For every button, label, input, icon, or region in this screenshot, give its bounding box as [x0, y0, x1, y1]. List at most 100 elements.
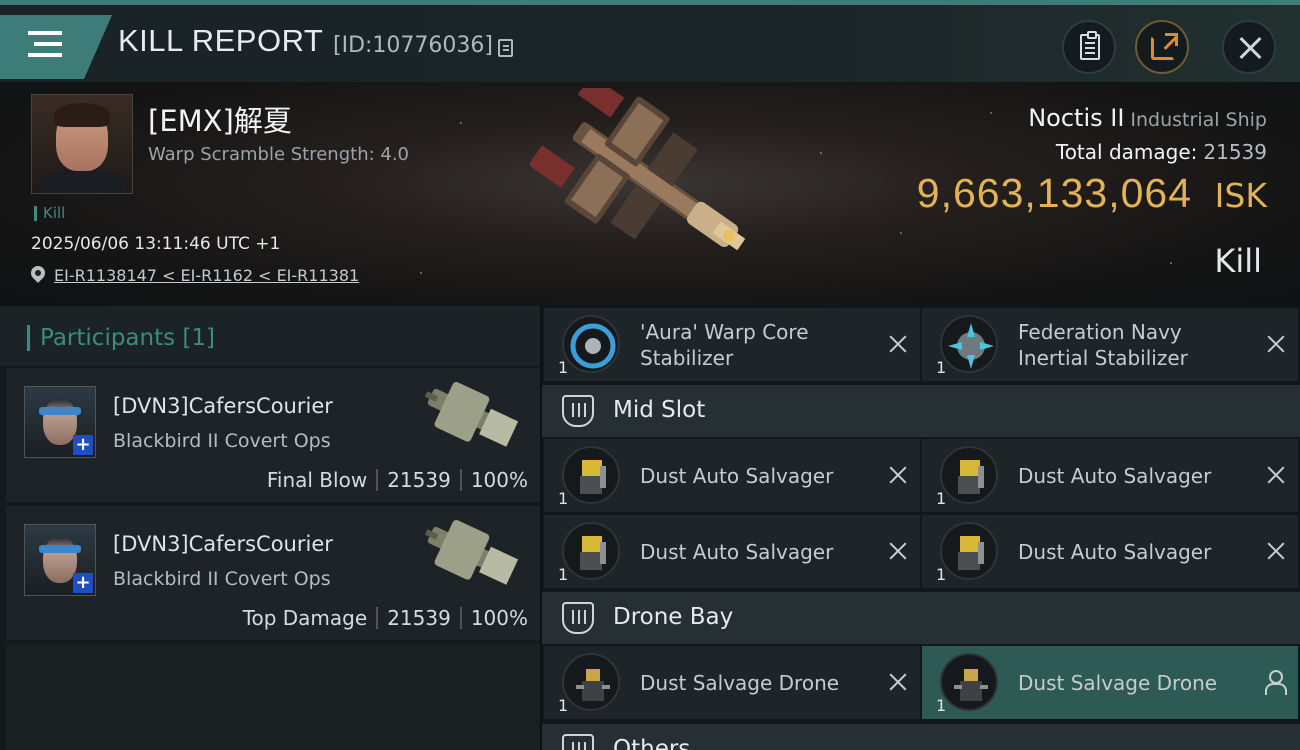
participant-avatar[interactable]: +	[24, 386, 96, 458]
copy-icon[interactable]	[498, 39, 513, 57]
menu-button[interactable]	[0, 15, 112, 79]
menu-icon	[28, 31, 62, 35]
add-contact-icon[interactable]: +	[73, 573, 93, 593]
destroyed-icon	[886, 539, 910, 563]
total-damage-label: Total damage:	[1055, 140, 1198, 164]
destroyed-icon	[1264, 539, 1288, 563]
report-id: [ID:10776036]	[333, 33, 493, 58]
section-label: Mid Slot	[613, 397, 706, 423]
clipboard-icon	[1080, 31, 1100, 60]
header-bar: KILL REPORT [ID:10776036]	[0, 5, 1300, 82]
page-title: KILL REPORT	[118, 23, 324, 58]
total-damage-value: 21539	[1203, 140, 1267, 164]
participants-title: Participants [1]	[27, 325, 215, 351]
section-header-others: Others	[542, 724, 1300, 750]
add-contact-icon[interactable]: +	[73, 435, 93, 455]
participant-avatar[interactable]: +	[24, 524, 96, 596]
module-name: Dust Auto Salvager	[1018, 463, 1212, 488]
module-quantity: 1	[558, 358, 569, 377]
share-button[interactable]	[1135, 20, 1189, 74]
mid-slot-icon	[562, 395, 594, 427]
participants-panel: Participants [1] + [DVN3]CafersCourier B…	[0, 306, 540, 750]
kill-summary: [EMX]解夏 Warp Scramble Strength: 4.0 Kill…	[0, 82, 1300, 306]
drone-icon	[940, 653, 998, 711]
participants-header: Participants [1]	[0, 306, 540, 366]
kill-location-link[interactable]: EI-R1138147 < EI-R1162 < EI-R11381	[54, 266, 359, 285]
participant-stats: Top Damage 21539 100%	[243, 606, 528, 630]
section-header-drone-bay: Drone Bay	[542, 592, 1300, 644]
module-name: Dust Auto Salvager	[640, 463, 834, 488]
participant-damage: 21539	[387, 468, 451, 492]
close-icon	[1236, 34, 1264, 62]
section-header-mid-slot: Mid Slot	[542, 385, 1300, 437]
share-icon	[1151, 33, 1178, 60]
menu-icon-bar	[28, 53, 62, 57]
module-item[interactable]: 1 Dust Auto Salvager	[922, 515, 1298, 588]
module-item[interactable]: 1 Dust Auto Salvager	[922, 439, 1298, 512]
module-name: 'Aura' Warp Core Stabilizer	[640, 319, 809, 370]
module-item[interactable]: 1 Dust Auto Salvager	[544, 515, 920, 588]
module-item[interactable]: 1 Dust Auto Salvager	[544, 439, 920, 512]
section-label: Others	[613, 736, 691, 750]
participant-row[interactable]: + [DVN3]CafersCourier Blackbird II Cover…	[6, 506, 540, 640]
kill-datetime: 2025/06/06 13:11:46 UTC +1	[31, 234, 281, 254]
module-name: Dust Salvage Drone	[1018, 670, 1218, 695]
victim-name[interactable]: [EMX]解夏	[148, 98, 292, 140]
isk-value: 9,663,133,064	[916, 170, 1192, 216]
participant-stats: Final Blow 21539 100%	[267, 468, 528, 492]
salvager-icon	[562, 446, 620, 504]
module-name: Dust Auto Salvager	[640, 539, 834, 564]
module-quantity: 1	[936, 565, 947, 584]
ship-name-text[interactable]: Noctis II	[1028, 104, 1124, 132]
module-quantity: 1	[558, 489, 569, 508]
destroyed-icon	[1264, 332, 1288, 356]
warp-core-stabilizer-icon	[562, 315, 620, 373]
destroyed-icon	[886, 332, 910, 356]
fitted-modules-panel: 1 'Aura' Warp Core Stabilizer 1 Federati…	[542, 306, 1300, 750]
participants-empty-area	[6, 644, 540, 750]
module-quantity: 1	[936, 489, 947, 508]
participant-row[interactable]: + [DVN3]CafersCourier Blackbird II Cover…	[6, 368, 540, 502]
participant-damage: 21539	[387, 606, 451, 630]
destroyed-icon	[886, 670, 910, 694]
participant-role: Top Damage	[242, 606, 368, 630]
victim-ship-image[interactable]	[530, 88, 770, 278]
participant-percent: 100%	[470, 606, 528, 630]
others-icon	[562, 734, 594, 750]
clipboard-button[interactable]	[1062, 20, 1116, 74]
module-name: Dust Salvage Drone	[640, 670, 840, 695]
participant-name: [DVN3]CafersCourier	[113, 394, 333, 418]
participant-percent: 100%	[470, 468, 528, 492]
drone-icon	[562, 653, 620, 711]
module-quantity: 1	[558, 696, 569, 715]
module-quantity: 1	[936, 696, 947, 715]
menu-icon-bar	[34, 42, 62, 46]
dropped-item-icon	[1264, 670, 1287, 695]
participant-name: [DVN3]CafersCourier	[113, 532, 333, 556]
module-item[interactable]: 1 'Aura' Warp Core Stabilizer	[544, 308, 920, 381]
participant-role: Final Blow	[266, 468, 368, 492]
module-item[interactable]: 1 Dust Salvage Drone	[544, 646, 920, 719]
ship-class: Industrial Ship	[1130, 109, 1267, 131]
result-label: Kill	[1214, 242, 1262, 280]
warp-scramble-strength: Warp Scramble Strength: 4.0	[148, 144, 410, 165]
module-item[interactable]: 1 Dust Salvage Drone	[922, 646, 1298, 719]
close-button[interactable]	[1222, 20, 1276, 74]
salvager-icon	[940, 522, 998, 580]
module-name: Federation Navy Inertial Stabilizer	[1018, 319, 1188, 370]
destroyed-icon	[886, 463, 910, 487]
isk-unit: ISK	[1214, 176, 1267, 215]
section-label: Drone Bay	[613, 604, 734, 630]
participant-ship-image	[424, 381, 519, 447]
participant-ship: Blackbird II Covert Ops	[113, 568, 331, 590]
location-pin-icon	[28, 263, 48, 283]
module-quantity: 1	[936, 358, 947, 377]
victim-portrait[interactable]	[31, 94, 133, 194]
module-item[interactable]: 1 Federation Navy Inertial Stabilizer	[922, 308, 1298, 381]
salvager-icon	[940, 446, 998, 504]
total-damage: Total damage: 21539	[1056, 140, 1267, 164]
module-name: Dust Auto Salvager	[1018, 539, 1212, 564]
destroyed-icon	[1264, 463, 1288, 487]
participant-ship: Blackbird II Covert Ops	[113, 430, 331, 452]
kill-tag: Kill	[34, 206, 65, 221]
